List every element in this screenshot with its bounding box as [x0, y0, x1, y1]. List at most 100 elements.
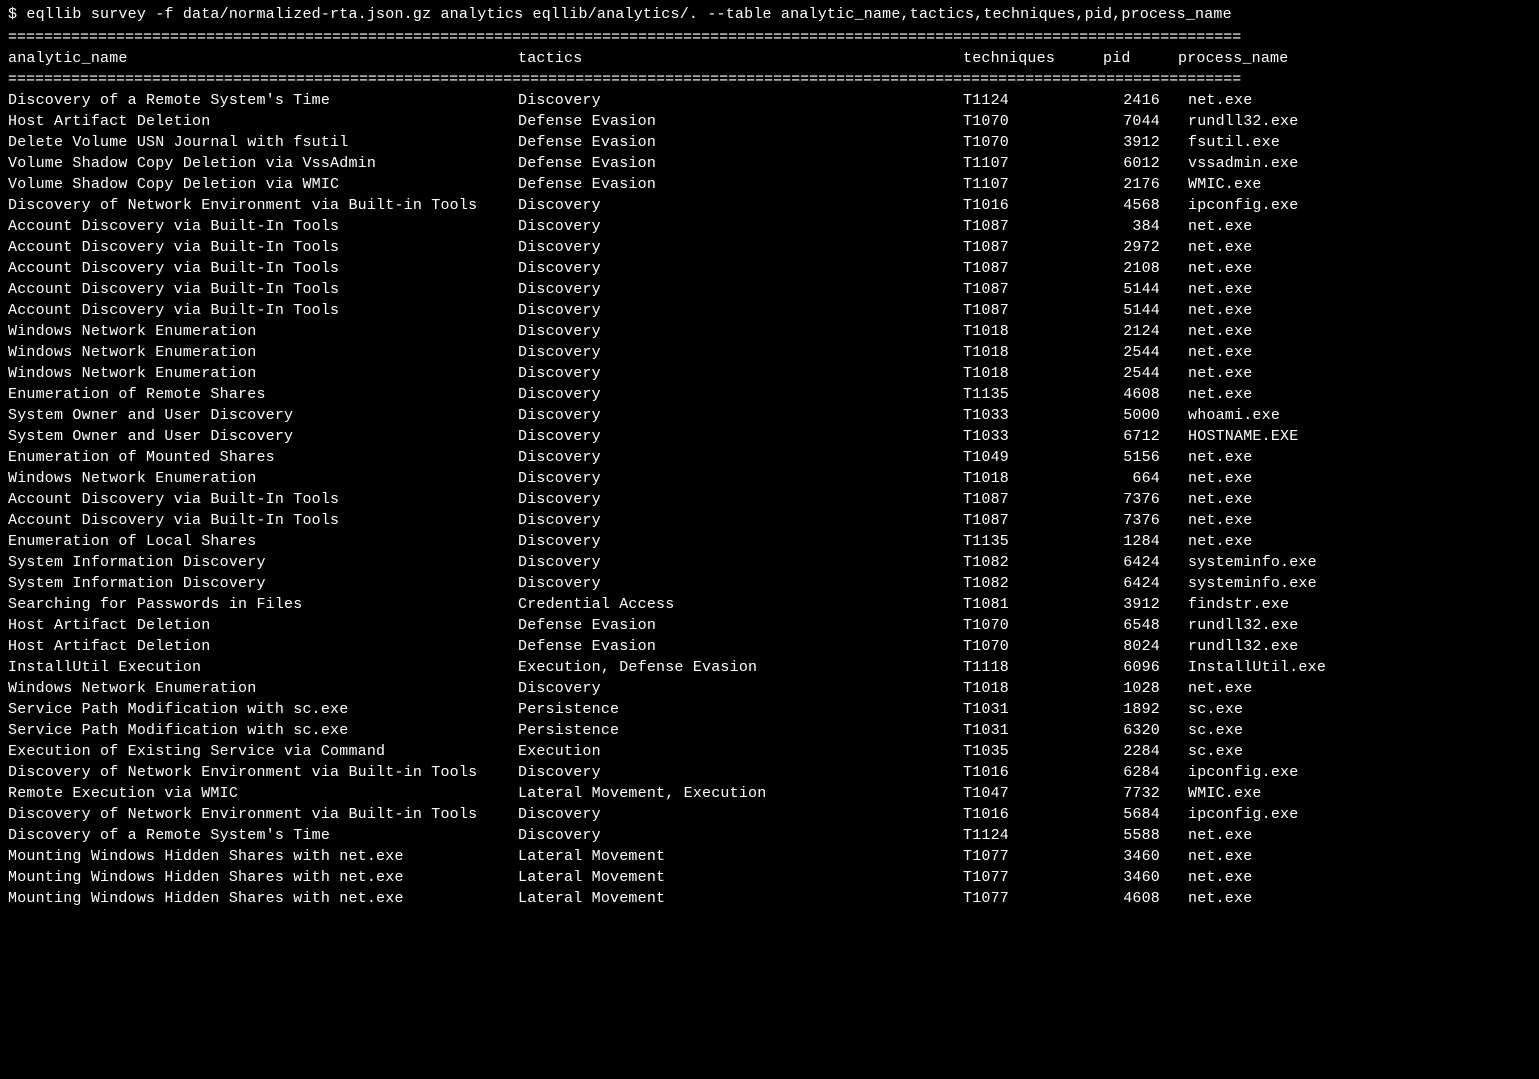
- cell-process-name: net.exe: [1178, 279, 1252, 300]
- table-row: System Owner and User DiscoveryDiscovery…: [8, 426, 1531, 447]
- table-row: Account Discovery via Built-In ToolsDisc…: [8, 489, 1531, 510]
- header-tactics: tactics: [518, 48, 963, 69]
- cell-pid: 664: [1103, 468, 1178, 489]
- cell-pid: 3460: [1103, 846, 1178, 867]
- cell-techniques: T1016: [963, 195, 1103, 216]
- cell-pid: 6424: [1103, 573, 1178, 594]
- cell-techniques: T1087: [963, 237, 1103, 258]
- table-row: Mounting Windows Hidden Shares with net.…: [8, 867, 1531, 888]
- cell-techniques: T1018: [963, 363, 1103, 384]
- cell-process-name: systeminfo.exe: [1178, 573, 1317, 594]
- cell-pid: 4608: [1103, 384, 1178, 405]
- cell-pid: 6012: [1103, 153, 1178, 174]
- cell-pid: 6712: [1103, 426, 1178, 447]
- cell-pid: 2284: [1103, 741, 1178, 762]
- cell-analytic-name: Discovery of Network Environment via Bui…: [8, 804, 518, 825]
- cell-tactics: Persistence: [518, 699, 963, 720]
- cell-analytic-name: System Owner and User Discovery: [8, 426, 518, 447]
- table-header-row: analytic_name tactics techniques pid pro…: [8, 48, 1531, 69]
- cell-tactics: Discovery: [518, 762, 963, 783]
- cell-pid: 5144: [1103, 279, 1178, 300]
- cell-pid: 1284: [1103, 531, 1178, 552]
- cell-techniques: T1135: [963, 531, 1103, 552]
- cell-process-name: net.exe: [1178, 258, 1252, 279]
- cell-analytic-name: Windows Network Enumeration: [8, 468, 518, 489]
- cell-techniques: T1077: [963, 867, 1103, 888]
- cell-analytic-name: Account Discovery via Built-In Tools: [8, 300, 518, 321]
- cell-tactics: Defense Evasion: [518, 111, 963, 132]
- table-row: Discovery of a Remote System's TimeDisco…: [8, 90, 1531, 111]
- cell-techniques: T1087: [963, 300, 1103, 321]
- table-row: Service Path Modification with sc.exePer…: [8, 699, 1531, 720]
- command-text: eqllib survey -f data/normalized-rta.jso…: [26, 6, 1231, 23]
- cell-techniques: T1087: [963, 489, 1103, 510]
- cell-process-name: HOSTNAME.EXE: [1178, 426, 1298, 447]
- table-row: Remote Execution via WMICLateral Movemen…: [8, 783, 1531, 804]
- cell-tactics: Discovery: [518, 552, 963, 573]
- table-row: Account Discovery via Built-In ToolsDisc…: [8, 279, 1531, 300]
- cell-tactics: Discovery: [518, 195, 963, 216]
- table-row: Host Artifact DeletionDefense EvasionT10…: [8, 111, 1531, 132]
- cell-pid: 1028: [1103, 678, 1178, 699]
- header-process-name: process_name: [1178, 48, 1288, 69]
- cell-analytic-name: System Information Discovery: [8, 552, 518, 573]
- cell-analytic-name: Windows Network Enumeration: [8, 342, 518, 363]
- table-rule-top: ========================================…: [8, 27, 1531, 48]
- cell-process-name: net.exe: [1178, 888, 1252, 909]
- cell-techniques: T1018: [963, 678, 1103, 699]
- cell-tactics: Lateral Movement: [518, 846, 963, 867]
- cell-techniques: T1031: [963, 720, 1103, 741]
- cell-analytic-name: Windows Network Enumeration: [8, 363, 518, 384]
- cell-tactics: Lateral Movement: [518, 867, 963, 888]
- cell-pid: 2544: [1103, 363, 1178, 384]
- cell-pid: 2544: [1103, 342, 1178, 363]
- cell-techniques: T1107: [963, 153, 1103, 174]
- cell-pid: 1892: [1103, 699, 1178, 720]
- cell-analytic-name: Windows Network Enumeration: [8, 321, 518, 342]
- cell-analytic-name: Host Artifact Deletion: [8, 636, 518, 657]
- cell-tactics: Discovery: [518, 531, 963, 552]
- cell-pid: 7376: [1103, 489, 1178, 510]
- cell-pid: 3912: [1103, 132, 1178, 153]
- cell-process-name: rundll32.exe: [1178, 111, 1298, 132]
- cell-techniques: T1082: [963, 573, 1103, 594]
- cell-analytic-name: Discovery of a Remote System's Time: [8, 825, 518, 846]
- cell-analytic-name: Host Artifact Deletion: [8, 111, 518, 132]
- cell-process-name: net.exe: [1178, 867, 1252, 888]
- cell-tactics: Defense Evasion: [518, 615, 963, 636]
- table-row: Account Discovery via Built-In ToolsDisc…: [8, 300, 1531, 321]
- cell-analytic-name: System Information Discovery: [8, 573, 518, 594]
- cell-pid: 7732: [1103, 783, 1178, 804]
- command-line[interactable]: $ eqllib survey -f data/normalized-rta.j…: [8, 4, 1531, 25]
- cell-process-name: net.exe: [1178, 678, 1252, 699]
- cell-tactics: Defense Evasion: [518, 132, 963, 153]
- cell-techniques: T1118: [963, 657, 1103, 678]
- cell-tactics: Discovery: [518, 405, 963, 426]
- cell-tactics: Discovery: [518, 384, 963, 405]
- cell-process-name: fsutil.exe: [1178, 132, 1280, 153]
- cell-pid: 5000: [1103, 405, 1178, 426]
- cell-process-name: WMIC.exe: [1178, 174, 1262, 195]
- cell-tactics: Execution, Defense Evasion: [518, 657, 963, 678]
- cell-pid: 384: [1103, 216, 1178, 237]
- cell-techniques: T1070: [963, 111, 1103, 132]
- cell-tactics: Discovery: [518, 510, 963, 531]
- cell-analytic-name: Account Discovery via Built-In Tools: [8, 237, 518, 258]
- cell-analytic-name: Host Artifact Deletion: [8, 615, 518, 636]
- table-row: Account Discovery via Built-In ToolsDisc…: [8, 237, 1531, 258]
- cell-pid: 2416: [1103, 90, 1178, 111]
- cell-techniques: T1077: [963, 888, 1103, 909]
- cell-tactics: Credential Access: [518, 594, 963, 615]
- cell-pid: 8024: [1103, 636, 1178, 657]
- cell-pid: 4568: [1103, 195, 1178, 216]
- table-row: InstallUtil ExecutionExecution, Defense …: [8, 657, 1531, 678]
- cell-tactics: Discovery: [518, 279, 963, 300]
- table-row: Host Artifact DeletionDefense EvasionT10…: [8, 615, 1531, 636]
- cell-techniques: T1018: [963, 342, 1103, 363]
- cell-pid: 2124: [1103, 321, 1178, 342]
- cell-pid: 6548: [1103, 615, 1178, 636]
- cell-tactics: Discovery: [518, 321, 963, 342]
- table-row: Service Path Modification with sc.exePer…: [8, 720, 1531, 741]
- cell-tactics: Discovery: [518, 426, 963, 447]
- cell-techniques: T1033: [963, 405, 1103, 426]
